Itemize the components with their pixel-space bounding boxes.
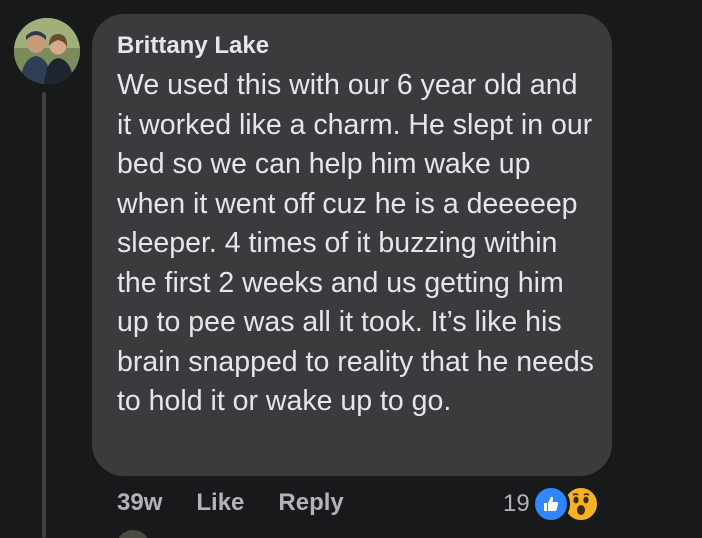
- comment-thread: Brittany Lake We used this with our 6 ye…: [0, 0, 702, 538]
- comment-actions: 39w Like Reply: [117, 488, 344, 518]
- reaction-count: 19: [503, 490, 530, 517]
- comment-author[interactable]: Brittany Lake: [117, 32, 590, 60]
- profile-photo-icon: [14, 18, 80, 84]
- reply-button[interactable]: Reply: [278, 489, 343, 517]
- like-icon: [531, 485, 570, 523]
- comment-timestamp[interactable]: 39w: [117, 489, 162, 517]
- reaction-summary[interactable]: 19: [503, 484, 600, 524]
- like-button[interactable]: Like: [196, 489, 244, 517]
- comment-bubble: Brittany Lake We used this with our 6 ye…: [92, 14, 612, 476]
- comment-text: We used this with our 6 year old and it …: [117, 69, 594, 417]
- avatar[interactable]: [14, 18, 80, 84]
- reply-avatar[interactable]: [116, 530, 150, 538]
- thread-connector-line: [42, 92, 46, 538]
